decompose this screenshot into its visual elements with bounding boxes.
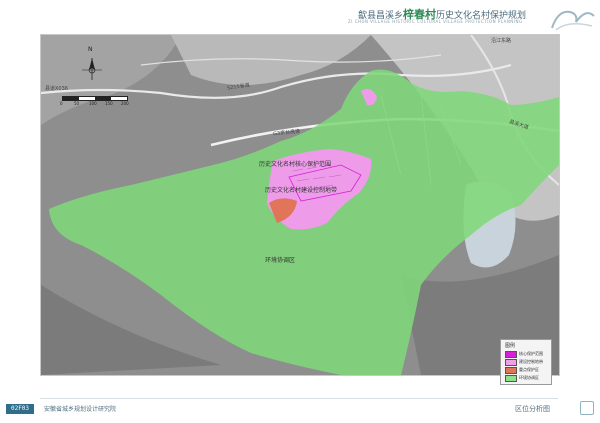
legend-swatch <box>505 367 517 374</box>
footer-divider <box>40 398 558 399</box>
legend-item: 核心保护范围 <box>505 351 549 358</box>
map-canvas[interactable]: 历史文化名村核心保护范围 历史文化名村建设控制地带 环境协调区 S215省道 G… <box>40 34 560 376</box>
legend-swatch <box>505 351 517 358</box>
legend-title: 图例 <box>505 343 516 349</box>
north-label: N <box>88 46 93 53</box>
scale-tick: 150 <box>105 101 113 106</box>
legend-swatch <box>505 375 517 382</box>
label-road-e: 县道X036 <box>45 86 68 92</box>
legend-swatch <box>505 359 517 366</box>
scale-bar: 0 50 100 150 200 <box>60 96 132 108</box>
map-drawing <box>41 35 559 375</box>
sheet-code-badge: 02F03 <box>6 404 34 414</box>
label-buffer-zone: 历史文化名村建设控制地带 <box>265 187 338 194</box>
scale-tick: 100 <box>89 101 97 106</box>
legend-label: 建设控制地带 <box>519 359 543 364</box>
institute-logo-icon <box>551 10 595 31</box>
page-subtitle: ZI CHUN VILLAGE HISTORIC CULTURAL VILLAG… <box>348 19 523 24</box>
legend-label: 重点保护区 <box>519 367 539 372</box>
map-legend: 图例 核心保护范围 建设控制地带 重点保护区 环境协调区 <box>500 339 552 385</box>
drawing-name: 区位分析图 <box>515 405 550 413</box>
north-arrow-icon <box>82 58 102 80</box>
scale-tick: 50 <box>74 101 80 106</box>
legend-item: 环境协调区 <box>505 375 549 382</box>
seal-icon <box>580 401 594 415</box>
legend-item: 重点保护区 <box>505 367 549 374</box>
legend-label: 核心保护范围 <box>519 351 543 356</box>
legend-label: 环境协调区 <box>519 375 539 380</box>
label-coordination-zone: 环境协调区 <box>265 257 296 264</box>
label-road-c: 沿江东路 <box>491 38 512 44</box>
scale-tick: 200 <box>121 101 129 106</box>
project-name: 安徽省城乡规划设计研究院 <box>44 406 117 413</box>
scale-tick: 0 <box>60 101 63 106</box>
legend-item: 建设控制地带 <box>505 359 549 366</box>
label-core-zone: 历史文化名村核心保护范围 <box>259 161 332 168</box>
